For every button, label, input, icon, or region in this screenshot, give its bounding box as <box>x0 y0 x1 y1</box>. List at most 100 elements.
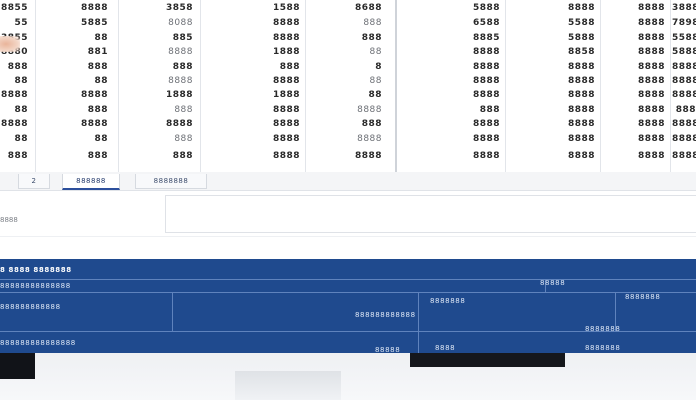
table-cell[interactable]: 8888 <box>405 62 500 75</box>
table-cell[interactable]: 8888 <box>215 18 300 31</box>
table-cell[interactable]: 8888 <box>215 119 300 132</box>
table-cell[interactable]: 88 <box>40 76 108 89</box>
table-cell[interactable]: 8888 <box>405 90 500 103</box>
table-cell[interactable]: 8888 <box>310 151 382 164</box>
table-cell[interactable]: 8888 <box>605 76 665 89</box>
table-cell[interactable]: 8888 <box>510 62 595 75</box>
table-cell[interactable]: 8858 <box>510 47 595 60</box>
table-cell[interactable]: 8855 <box>0 3 28 16</box>
table-cell[interactable]: 8888 <box>215 134 300 147</box>
table-cell[interactable]: 8888 <box>510 151 595 164</box>
table-cell[interactable]: 5888 <box>405 3 500 16</box>
table-cell[interactable]: 8888 <box>605 18 665 31</box>
table-cell[interactable]: 888 <box>125 62 193 75</box>
table-cell[interactable]: 1888 <box>215 90 300 103</box>
table-cell[interactable]: 8888 <box>40 3 108 16</box>
table-cell[interactable]: 55 <box>0 18 28 31</box>
table-cell[interactable]: 8888 <box>605 90 665 103</box>
table-cell[interactable]: 8888 <box>0 119 28 132</box>
table-cell[interactable]: 88 <box>310 76 382 89</box>
table-cell[interactable]: 5888 <box>510 33 595 46</box>
table-cell[interactable]: 8088 <box>125 18 193 31</box>
table-cell[interactable]: 888 <box>40 151 108 164</box>
table-cell[interactable]: 8888 <box>510 119 595 132</box>
table-cell[interactable]: 8888 <box>605 151 665 164</box>
table-cell[interactable]: 8888 <box>605 134 665 147</box>
table-cell[interactable]: 8888 <box>215 76 300 89</box>
table-cell[interactable]: 888 <box>310 18 382 31</box>
table-cell[interactable]: 8888 <box>40 119 108 132</box>
table-cell[interactable]: 88 <box>40 134 108 147</box>
table-cell[interactable]: 8888 <box>605 119 665 132</box>
table-cell[interactable]: 5888 <box>672 47 696 60</box>
table-cell[interactable]: 888 <box>0 62 28 75</box>
spreadsheet-grid[interactable]: 8855 8888 3858 1588 8688 5888 8888 8888 3888 55 58… <box>0 0 696 173</box>
table-cell[interactable]: 88 <box>0 76 28 89</box>
table-cell[interactable]: 8 <box>310 62 382 75</box>
table-cell[interactable]: 8888 <box>405 119 500 132</box>
table-cell[interactable]: 1888 <box>215 47 300 60</box>
table-cell[interactable]: 888 <box>310 33 382 46</box>
table-cell[interactable]: 8888 <box>672 119 696 132</box>
sheet-tab[interactable]: 2 <box>18 174 50 189</box>
table-cell[interactable]: 8888 <box>405 76 500 89</box>
table-cell[interactable]: 888 <box>310 119 382 132</box>
table-cell[interactable]: 888 <box>125 105 193 118</box>
table-cell[interactable]: 8888 <box>605 33 665 46</box>
table-cell[interactable]: 8888 <box>672 151 696 164</box>
table-cell[interactable]: 8888 <box>125 47 193 60</box>
table-cell[interactable]: 8888 <box>510 3 595 16</box>
sheet-tab[interactable]: 8888888 <box>135 174 207 189</box>
table-cell[interactable]: 1888 <box>125 90 193 103</box>
table-cell[interactable]: 8688 <box>310 3 382 16</box>
table-cell[interactable]: 3888 <box>672 3 696 16</box>
table-cell[interactable]: 8888 <box>672 76 696 89</box>
table-cell[interactable]: 8888 <box>510 105 595 118</box>
table-cell[interactable]: 888 <box>40 62 108 75</box>
table-cell[interactable]: 1588 <box>215 3 300 16</box>
table-cell[interactable]: 8888 <box>215 151 300 164</box>
table-cell[interactable]: 8888 <box>310 134 382 147</box>
table-cell[interactable]: 8888 <box>215 105 300 118</box>
table-cell[interactable]: 888 <box>672 105 696 118</box>
table-cell[interactable]: 8888 <box>605 47 665 60</box>
table-cell[interactable]: 88 <box>310 47 382 60</box>
table-cell[interactable]: 8888 <box>672 90 696 103</box>
table-cell[interactable]: 8888 <box>510 76 595 89</box>
table-cell[interactable]: 5885 <box>40 18 108 31</box>
table-cell[interactable]: 885 <box>125 33 193 46</box>
table-cell[interactable]: 888 <box>405 105 500 118</box>
table-cell[interactable]: 8888 <box>405 151 500 164</box>
table-cell[interactable]: 888 <box>40 105 108 118</box>
table-cell[interactable]: 7898 <box>672 18 696 31</box>
table-cell[interactable]: 8888 <box>672 62 696 75</box>
table-cell[interactable]: 88 <box>40 33 108 46</box>
table-cell[interactable]: 8888 <box>510 134 595 147</box>
table-cell[interactable]: 88 <box>0 134 28 147</box>
table-cell[interactable]: 8888 <box>0 90 28 103</box>
table-cell[interactable]: 8888 <box>672 134 696 147</box>
table-cell[interactable]: 8888 <box>605 62 665 75</box>
table-cell[interactable]: 6588 <box>405 18 500 31</box>
table-cell[interactable]: 888 <box>215 62 300 75</box>
table-cell[interactable]: 8888 <box>605 105 665 118</box>
table-cell[interactable]: 8888 <box>125 119 193 132</box>
table-cell[interactable]: 8888 <box>310 105 382 118</box>
table-cell[interactable]: 8888 <box>405 134 500 147</box>
table-cell[interactable]: 881 <box>40 47 108 60</box>
table-cell[interactable]: 8888 <box>510 90 595 103</box>
table-cell[interactable]: 5588 <box>510 18 595 31</box>
table-cell[interactable]: 8888 <box>605 3 665 16</box>
table-cell[interactable]: 5588 <box>672 33 696 46</box>
table-cell[interactable]: 888 <box>125 151 193 164</box>
table-cell[interactable]: 3858 <box>125 3 193 16</box>
table-cell[interactable]: 8888 <box>405 47 500 60</box>
table-cell[interactable]: 8888 <box>125 76 193 89</box>
table-cell[interactable]: 8885 <box>405 33 500 46</box>
table-cell[interactable]: 88 <box>310 90 382 103</box>
table-cell[interactable]: 888 <box>0 151 28 164</box>
sheet-tab-active[interactable]: 888888 <box>62 174 120 190</box>
table-cell[interactable]: 888 <box>125 134 193 147</box>
table-cell[interactable]: 88 <box>0 105 28 118</box>
table-cell[interactable]: 8888 <box>215 33 300 46</box>
